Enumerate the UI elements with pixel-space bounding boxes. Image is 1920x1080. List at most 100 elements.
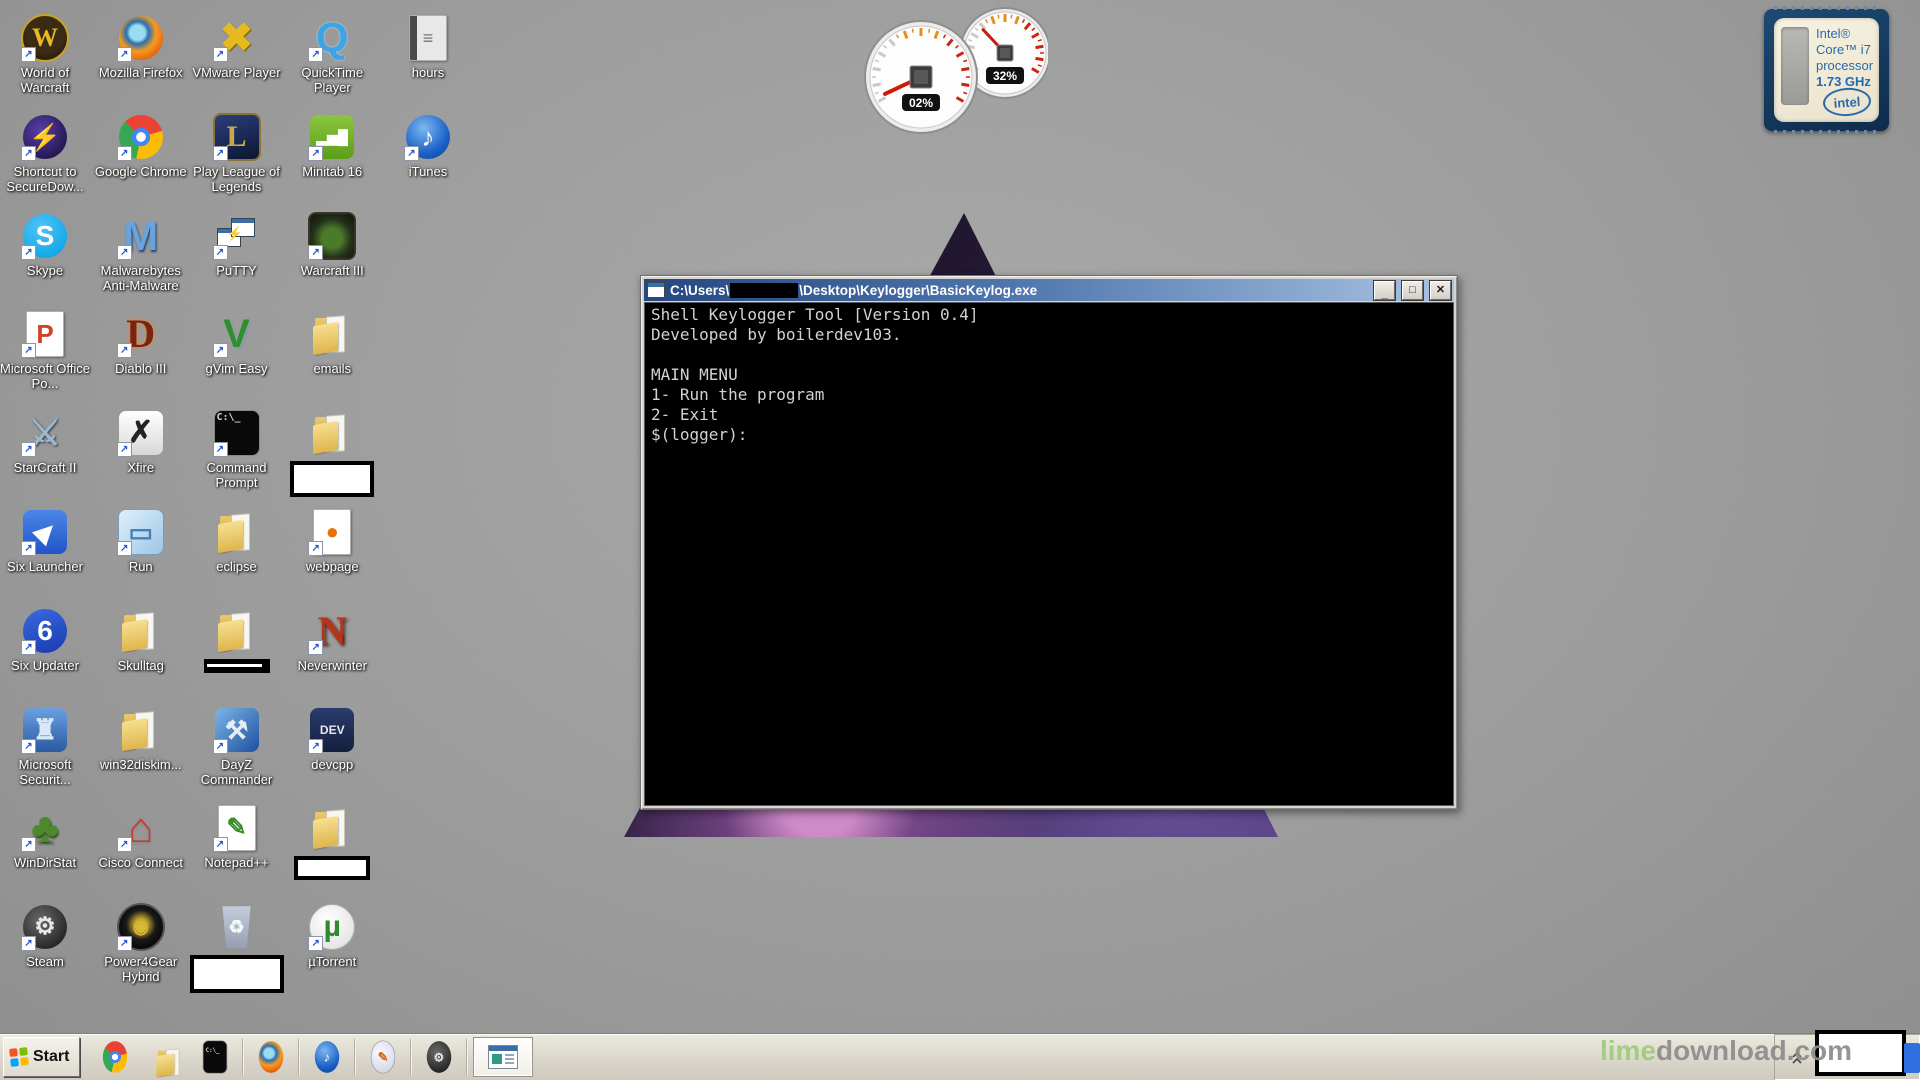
- windows-explorer-taskbar-icon: [153, 1045, 180, 1078]
- shortcut-arrow-icon: ↗: [308, 244, 324, 260]
- desktop-icon-hours[interactable]: ≡ hours: [381, 14, 476, 80]
- desktop-icon-emails[interactable]: emails: [285, 310, 380, 376]
- maximize-button[interactable]: □: [1402, 280, 1423, 300]
- desktop-icon-diablo-iii[interactable]: D ↗ Diablo III: [93, 310, 188, 377]
- shortcut-arrow-icon: ↗: [308, 541, 324, 556]
- desktop-icon-recycle-bin[interactable]: ♻: [189, 903, 284, 994]
- desktop-icon-run[interactable]: ▭ ↗ Run: [93, 508, 188, 574]
- close-button[interactable]: ✕: [1430, 280, 1451, 300]
- desktop-icon-command-prompt[interactable]: C:\_ ↗ Command Prompt: [189, 409, 284, 490]
- minimize-button[interactable]: _: [1374, 280, 1395, 300]
- desktop-icon-devcpp[interactable]: DEV ↗ devcpp: [285, 706, 380, 772]
- desktop-icon-censored-folder-3[interactable]: [285, 804, 380, 881]
- desktop-icon-label: DayZ Commander: [200, 756, 273, 787]
- intel-chip-face: Intel® Core™ i7 processor 1.73 GHz intel: [1774, 18, 1879, 122]
- tray-expand-button[interactable]: [1784, 1042, 1810, 1072]
- desktop-icon-gvim-easy[interactable]: V ↗ gVim Easy: [189, 310, 284, 376]
- six-launcher-icon: ▶ ↗: [21, 508, 69, 556]
- console-output[interactable]: Shell Keylogger Tool [Version 0.4] Devel…: [644, 302, 1454, 806]
- desktop-icon-six-updater[interactable]: 6 ↗ Six Updater: [0, 607, 93, 673]
- shortcut-arrow-icon: ↗: [212, 244, 228, 260]
- desktop-icon-world-of-warcraft[interactable]: W ↗ World of Warcraft: [0, 14, 93, 95]
- desktop-icon-skulltag[interactable]: Skulltag: [93, 607, 188, 673]
- intel-cpu-gadget[interactable]: Intel® Core™ i7 processor 1.73 GHz intel: [1764, 6, 1889, 134]
- window-titlebar[interactable]: C:\Users\ \Desktop\Keylogger\BasicKeylog.…: [644, 279, 1454, 301]
- hours-icon: ≡: [404, 14, 452, 62]
- desktop-icon-label: Six Launcher: [7, 559, 83, 574]
- desktop-icon-label: Google Chrome: [94, 163, 187, 179]
- taskbar-separator: [242, 1039, 245, 1075]
- cpu-gauge: 02%: [864, 20, 978, 134]
- cpu-meter-gadget[interactable]: 32% 02%: [853, 6, 1048, 134]
- desktop-icon-malwarebytes-anti-malware[interactable]: M ↗ Malwarebytes Anti-Malware: [93, 212, 188, 293]
- taskbar-item-command-prompt[interactable]: C:\_: [190, 1037, 240, 1077]
- desktop-icon-label: QuickTime Player: [301, 65, 364, 95]
- taskbar-item-itunes[interactable]: ♪: [302, 1037, 352, 1077]
- desktop-icon-utorrent[interactable]: µ ↗ µTorrent: [285, 903, 380, 969]
- taskbar-item-windows-explorer[interactable]: [140, 1037, 190, 1078]
- shortcut-arrow-icon: ↗: [212, 145, 228, 161]
- desktop-icon-neverwinter[interactable]: N ↗ Neverwinter: [285, 607, 380, 673]
- taskbar: Start C:\_ ♪ ✎ ⚙: [0, 1033, 1920, 1080]
- shortcut-arrow-icon: ↗: [308, 738, 324, 754]
- windirstat-icon: ♣ ↗: [21, 804, 69, 853]
- taskbar-empty-area: [533, 1034, 629, 1080]
- steam-icon: ⚙ ↗: [21, 903, 69, 952]
- desktop-icon-dayz-commander[interactable]: ⚒ ↗ DayZ Commander: [189, 706, 284, 787]
- desktop-icon-shortcut-to-securedow[interactable]: ⚡ ↗ Shortcut to SecureDow...: [0, 113, 93, 194]
- desktop-icon-vmware-player[interactable]: ✖ ↗ VMware Player: [189, 14, 284, 80]
- taskbar-item-firefox[interactable]: [246, 1037, 296, 1077]
- desktop-icon-eclipse[interactable]: eclipse: [189, 508, 284, 574]
- steam-taskbar-icon: ⚙: [427, 1041, 452, 1073]
- cpu-pins-bottom: [1774, 130, 1879, 134]
- taskbar-item-chrome[interactable]: [90, 1037, 140, 1077]
- label-censor-box: [203, 658, 270, 673]
- desktop-icon-quicktime-player[interactable]: Q ↗ QuickTime Player: [285, 14, 380, 96]
- desktop-icon-skype[interactable]: S ↗ Skype: [0, 212, 93, 278]
- desktop-icon-notepadpp[interactable]: ✎ ↗ Notepad++: [189, 804, 284, 870]
- cropped-corner-icon: [1904, 1043, 1920, 1073]
- shortcut-arrow-icon: ↗: [308, 145, 324, 161]
- desktop-icon-microsoft-office-po[interactable]: P ↗ Microsoft Office Po...: [0, 310, 93, 391]
- desktop-icon-label: Warcraft III: [300, 262, 364, 278]
- emails-icon: [308, 310, 356, 358]
- desktop-icon-warcraft-iii[interactable]: ↗ Warcraft III: [285, 211, 380, 278]
- recycle-bin-icon: ♻: [213, 903, 261, 951]
- desktop-icon-starcraft-ii[interactable]: ⚔ ↗ StarCraft II: [0, 409, 93, 476]
- taskbar-button-basickeylog[interactable]: [473, 1037, 534, 1077]
- shortcut-arrow-icon: ↗: [21, 738, 36, 754]
- start-button[interactable]: Start: [3, 1037, 81, 1077]
- desktop-icon-play-league-of-legends[interactable]: L ↗ Play League of Legends: [189, 112, 284, 194]
- shortcut-arrow-icon: ↗: [116, 837, 132, 853]
- desktop-icon-win32diskim[interactable]: win32diskim...: [93, 706, 188, 772]
- desktop-icon-google-chrome[interactable]: ↗ Google Chrome: [93, 113, 188, 179]
- desktop-icon-six-launcher[interactable]: ▶ ↗ Six Launcher: [0, 508, 93, 574]
- desktop-icon-label: StarCraft II: [13, 460, 77, 476]
- desktop-icon-censored-folder-2[interactable]: [189, 607, 284, 673]
- desktop-icon-censored-folder-1[interactable]: [285, 409, 380, 498]
- skype-icon: S ↗: [21, 212, 69, 260]
- desktop-icon-label: World of Warcraft: [20, 65, 70, 95]
- desktop-icon-mozilla-firefox[interactable]: ↗ Mozilla Firefox: [93, 14, 188, 80]
- desktop-icon-xfire[interactable]: ✗ ↗ Xfire: [93, 409, 188, 475]
- clock-censor-box: [1815, 1030, 1906, 1076]
- shortcut-arrow-icon: ↗: [116, 244, 132, 260]
- desktop-icon-cisco-connect[interactable]: ⌂ ↗ Cisco Connect: [93, 804, 188, 871]
- warcraft-iii-icon: ↗: [308, 211, 357, 260]
- taskbar-item-steam[interactable]: ⚙: [414, 1037, 464, 1077]
- desktop-icon-steam[interactable]: ⚙ ↗ Steam: [0, 903, 93, 969]
- desktop-icon-itunes[interactable]: ♪ ↗ iTunes: [381, 113, 476, 179]
- desktop-icon-webpage[interactable]: ● ↗ webpage: [285, 508, 380, 574]
- devcpp-icon: DEV ↗: [308, 706, 356, 754]
- desktop-icon-putty[interactable]: ⚡ ↗ PuTTY: [189, 212, 284, 278]
- desktop-icon-label: Steam: [26, 954, 64, 970]
- desktop-icon-minitab-16[interactable]: ▂▅█ ↗ Minitab 16: [285, 113, 380, 179]
- cpu-pins-top: [1774, 6, 1879, 10]
- console-window-icon: [647, 282, 665, 298]
- desktop-icon-microsoft-securit[interactable]: ♜ ↗ Microsoft Securit...: [0, 706, 93, 787]
- desktop-icon-windirstat[interactable]: ♣ ↗ WinDirStat: [0, 804, 93, 871]
- desktop-icon-label: Skulltag: [117, 657, 164, 673]
- desktop-icon-power4gear-hybrid[interactable]: ◉ ↗ Power4Gear Hybrid: [93, 903, 188, 984]
- taskbar-item-paint[interactable]: ✎: [358, 1037, 408, 1077]
- shortcut-arrow-icon: ↗: [21, 47, 36, 62]
